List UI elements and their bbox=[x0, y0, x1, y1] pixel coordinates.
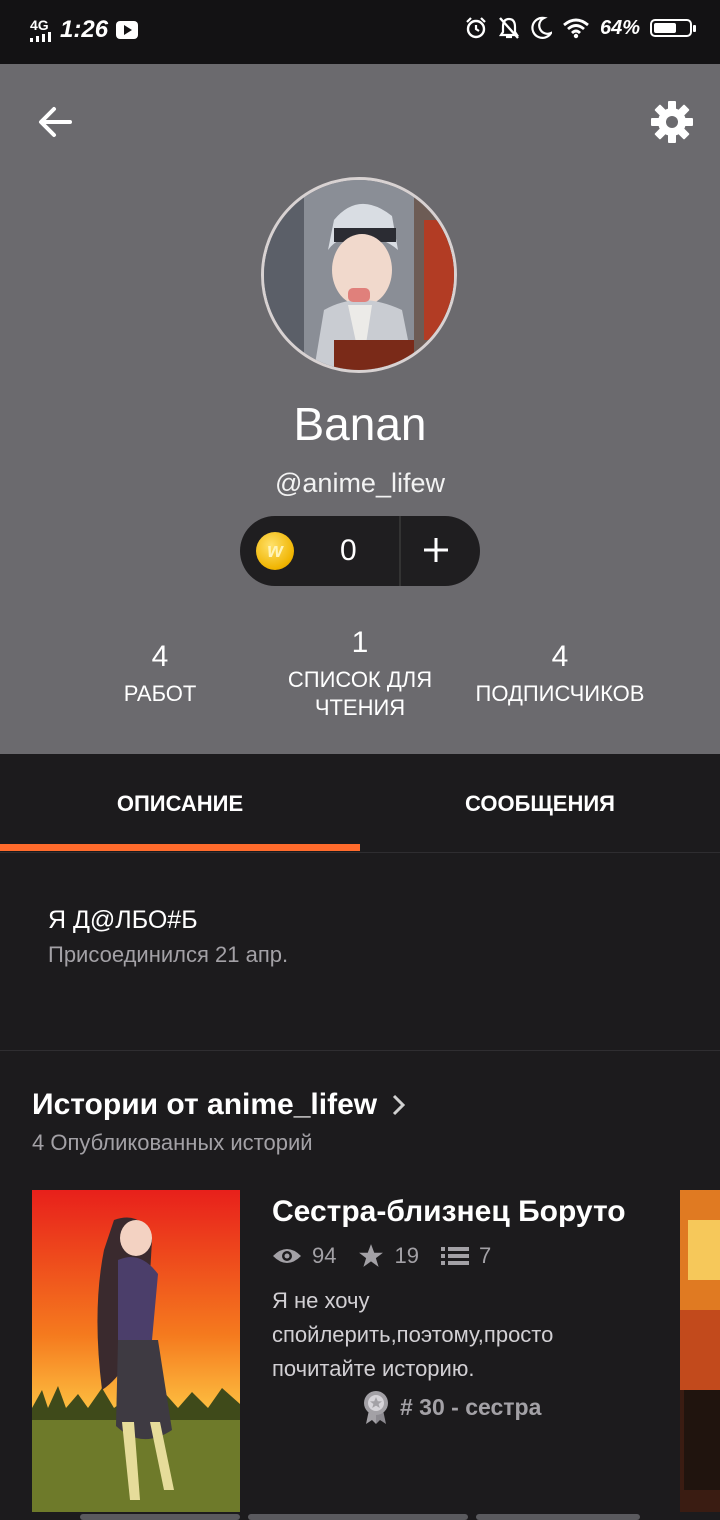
story-rank[interactable]: # 30 - сестра bbox=[362, 1390, 541, 1424]
stat-works-label: РАБОТ bbox=[123, 681, 197, 706]
story-title[interactable]: Сестра-близнец Боруто bbox=[272, 1195, 626, 1229]
avatar[interactable] bbox=[261, 177, 457, 373]
coin-icon-letter: w bbox=[267, 540, 283, 562]
carousel-scroll-indicator bbox=[80, 1514, 240, 1520]
story-rank-text: # 30 - сестра bbox=[400, 1393, 542, 1420]
chevron-right-icon bbox=[393, 1094, 406, 1116]
stat-followers[interactable]: 4 ПОДПИСЧИКОВ bbox=[460, 640, 660, 708]
wifi-icon bbox=[563, 18, 589, 39]
list-icon bbox=[440, 1247, 469, 1265]
profile-header: Banan @anime_lifew w 0 4 РАБОТ 1 СПИСОК … bbox=[0, 64, 720, 754]
coins-widget: w 0 bbox=[240, 516, 480, 586]
joined-date: Присоединился 21 апр. bbox=[48, 942, 289, 967]
arrow-left-icon bbox=[39, 107, 72, 137]
coin-icon: w bbox=[256, 532, 294, 570]
section-divider bbox=[0, 1050, 720, 1051]
status-bar: 4G 1:26 64% bbox=[0, 0, 720, 64]
story-votes: 19 bbox=[394, 1243, 419, 1268]
next-story-cover[interactable] bbox=[680, 1190, 720, 1512]
battery-level bbox=[654, 23, 676, 33]
stat-works[interactable]: 4 РАБОТ bbox=[80, 640, 240, 708]
alarm-icon bbox=[466, 17, 486, 39]
stories-count: 4 Опубликованных историй bbox=[32, 1130, 313, 1155]
tab-bar: ОПИСАНИЕ СООБЩЕНИЯ bbox=[0, 754, 720, 853]
coin-count: 0 bbox=[340, 534, 357, 567]
story-parts: 7 bbox=[478, 1243, 492, 1268]
stat-reading-list-value: 1 bbox=[351, 626, 369, 659]
carousel-scroll-indicator bbox=[476, 1514, 640, 1520]
username: @anime_lifew bbox=[275, 468, 445, 498]
network-type: 4G bbox=[30, 17, 49, 33]
story-summary: Я не хочу спойлерить,поэтому,просто почи… bbox=[272, 1288, 554, 1381]
stat-reading-list[interactable]: 1 СПИСОК ДЛЯ ЧТЕНИЯ bbox=[270, 626, 450, 722]
stat-followers-label: ПОДПИСЧИКОВ bbox=[475, 681, 645, 706]
stories-header-link[interactable]: Истории от anime_lifew bbox=[32, 1088, 407, 1122]
settings-button[interactable] bbox=[648, 98, 696, 146]
plus-icon bbox=[424, 538, 448, 562]
story-reads: 94 bbox=[312, 1243, 337, 1268]
bell-off-icon bbox=[498, 17, 520, 39]
carousel-scroll-indicator bbox=[248, 1514, 468, 1520]
gear-icon bbox=[651, 101, 693, 143]
battery-percent: 64% bbox=[599, 16, 640, 39]
youtube-icon bbox=[116, 21, 139, 39]
tab-messages[interactable]: СООБЩЕНИЯ bbox=[360, 754, 720, 852]
star-icon bbox=[359, 1244, 384, 1267]
profile-description: Я Д@ЛБО#Б bbox=[48, 906, 198, 934]
back-button[interactable] bbox=[34, 100, 78, 144]
stat-reading-list-label: СПИСОК ДЛЯ ЧТЕНИЯ bbox=[287, 667, 433, 720]
moon-icon bbox=[531, 16, 552, 39]
coin-divider bbox=[399, 516, 401, 586]
signal-icon: 4G bbox=[30, 18, 52, 42]
story-cover[interactable] bbox=[32, 1190, 240, 1512]
battery-icon bbox=[650, 19, 696, 37]
stat-followers-value: 4 bbox=[551, 640, 569, 673]
story-stats: 94 19 7 bbox=[272, 1243, 513, 1269]
display-name: Banan bbox=[293, 398, 427, 450]
stat-works-value: 4 bbox=[151, 640, 169, 673]
ribbon-badge-icon bbox=[364, 1391, 388, 1424]
tab-description[interactable]: ОПИСАНИЕ bbox=[0, 754, 360, 852]
clock: 1:26 bbox=[60, 16, 109, 43]
add-coins-button[interactable] bbox=[416, 530, 456, 570]
stories-title: Истории от anime_lifew bbox=[32, 1088, 378, 1121]
eye-icon bbox=[273, 1249, 301, 1263]
active-tab-indicator bbox=[0, 844, 360, 851]
